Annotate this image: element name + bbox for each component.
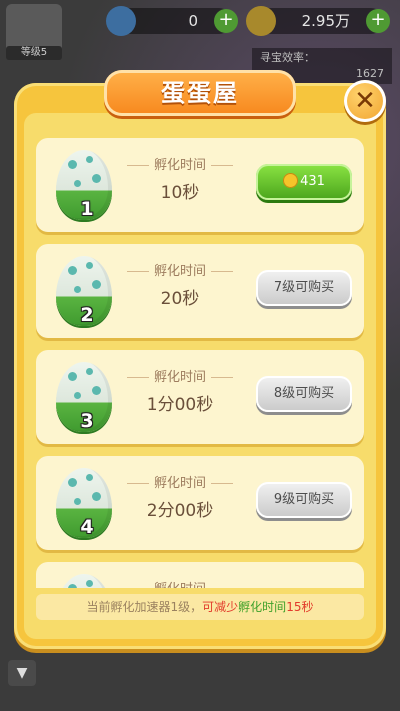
accelerator-info: 当前孵化加速器1级，可减少孵化时间15秒 [36, 594, 364, 620]
locked-purchase-button[interactable]: 7级可购买 [256, 270, 352, 306]
price-label: 431 [300, 174, 325, 189]
hatch-time-value: 10秒 [160, 183, 200, 203]
hatch-time-value: 1分00秒 [146, 395, 214, 415]
hatch-time-value: 2分00秒 [146, 501, 214, 521]
level-tag: 等级5 [6, 46, 62, 60]
gem-icon [106, 6, 136, 36]
buy-egg-button[interactable]: 431 [256, 164, 352, 200]
top-bar: 等级5 0 + 2.95万 + 寻宝效率： 1627 [0, 0, 400, 84]
hatch-time-label: 孵化时间 [122, 260, 238, 279]
close-button[interactable]: ✕ [344, 80, 386, 122]
hatch-time-label: 孵化时间 [122, 366, 238, 385]
coin-icon [246, 6, 276, 36]
egg-number: 3 [80, 410, 94, 432]
egg-number: 4 [80, 516, 94, 538]
coin-counter: 2.95万 + [246, 6, 390, 36]
add-coin-button[interactable]: + [366, 9, 390, 33]
egg-card-5: 孵化时间 [36, 562, 364, 588]
coin-value: 2.95万 [301, 12, 350, 30]
egg-number: 2 [80, 304, 94, 326]
dialog-title: 蛋蛋屋 [104, 70, 296, 116]
egg-card-3: 3 孵化时间 1分00秒 8级可购买 [36, 350, 364, 444]
gem-counter: 0 + [106, 6, 238, 36]
hatch-time-label: 孵化时间 [122, 578, 238, 588]
chevron-down-icon[interactable]: ▼ [8, 660, 36, 686]
add-gem-button[interactable]: + [214, 9, 238, 33]
egg-icon [56, 574, 112, 588]
hatch-time-value: 20秒 [160, 289, 200, 309]
locked-purchase-button[interactable]: 8级可购买 [256, 376, 352, 412]
reduce-amount: 15秒 [286, 600, 314, 614]
hatch-text: 孵化时间 [238, 600, 287, 614]
egg-card-1: 1 孵化时间 10秒 431 [36, 138, 364, 232]
hatch-time-label: 孵化时间 [122, 472, 238, 491]
efficiency-label: 寻宝效率： [260, 51, 315, 64]
accelerator-prefix: 当前孵化加速器1级， [86, 600, 203, 614]
egg-card-2: 2 孵化时间 20秒 7级可购买 [36, 244, 364, 338]
reduce-text: 可减少 [202, 600, 239, 614]
gem-value: 0 [188, 12, 198, 30]
coin-icon [283, 172, 299, 188]
egg-card-4: 4 孵化时间 2分00秒 9级可购买 [36, 456, 364, 550]
locked-purchase-button[interactable]: 9级可购买 [256, 482, 352, 518]
egg-list[interactable]: 1 孵化时间 10秒 431 2 孵化时间 20秒 7级可购买 3 孵化时间 1… [36, 138, 364, 588]
hatch-time-label: 孵化时间 [122, 154, 238, 173]
egg-number: 1 [80, 198, 94, 220]
